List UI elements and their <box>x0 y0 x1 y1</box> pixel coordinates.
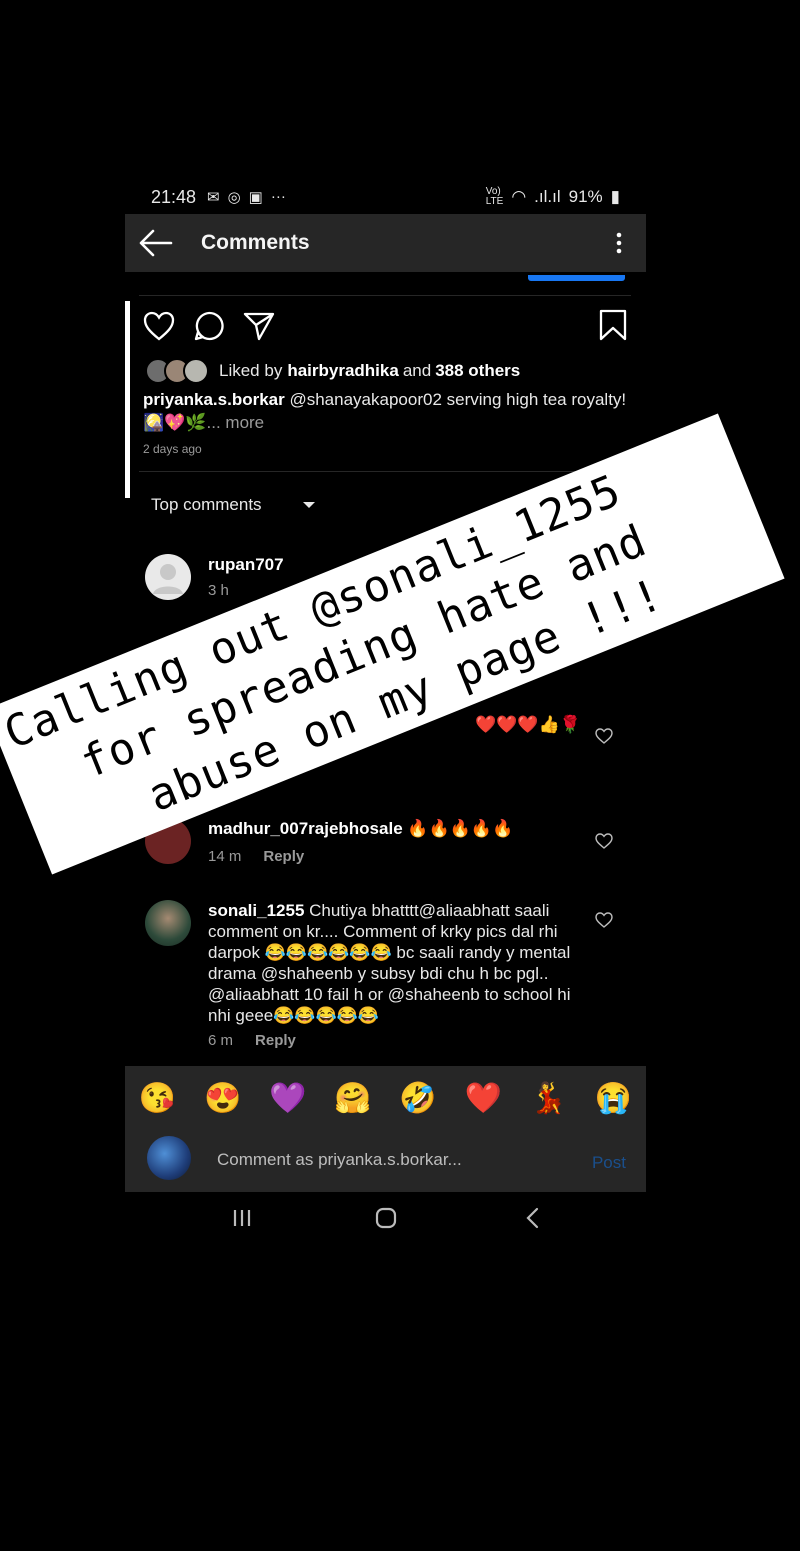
like-heart-icon[interactable] <box>143 311 175 341</box>
comment-bubble-icon[interactable] <box>194 311 224 341</box>
emoji-dancer-button[interactable]: 💃 <box>530 1081 567 1116</box>
home-icon[interactable] <box>375 1207 397 1229</box>
overflow-menu-icon[interactable] <box>616 232 622 254</box>
caption-emojis: 🎑💖🌿 <box>143 413 207 432</box>
comment-meta: 14 m Reply <box>208 848 304 865</box>
bookmark-icon[interactable] <box>599 309 627 341</box>
divider <box>139 471 631 472</box>
comment-username[interactable]: rupan707 <box>208 555 284 574</box>
avatar <box>183 358 209 384</box>
chevron-down-icon[interactable] <box>303 502 315 508</box>
system-icons: Vo) LTE ◠ .ıl.ıl 91% ▮ <box>486 187 620 207</box>
back-arrow-icon[interactable] <box>139 228 173 258</box>
quick-emoji-bar: 😘 😍 💜 🤗 🤣 ❤️ 💃 😭 <box>125 1066 646 1130</box>
liked-by-user[interactable]: hairbyradhika <box>287 361 399 381</box>
emoji-hug-button[interactable]: 🤗 <box>334 1081 371 1116</box>
comment-text: 🔥🔥🔥🔥🔥 <box>402 819 514 838</box>
post-accent-bar <box>125 301 130 498</box>
comment-meta: 6 m Reply <box>208 1032 296 1049</box>
default-avatar-icon <box>153 564 183 594</box>
comment-body: madhur_007rajebhosale 🔥🔥🔥🔥🔥 <box>208 818 588 839</box>
volte-icon: Vo) LTE <box>485 186 504 207</box>
likes-summary[interactable]: Liked by hairbyradhika and 388 others <box>145 358 520 384</box>
caption-text: @shanayakapoor02 serving high tea royalt… <box>284 390 627 409</box>
comment-username[interactable]: sonali_1255 <box>208 901 304 920</box>
reply-button[interactable]: Reply <box>263 848 304 865</box>
liked-by-others[interactable]: 388 others <box>435 361 520 381</box>
comment-time: 3 h <box>208 582 229 599</box>
emoji-kiss-button[interactable]: 😘 <box>139 1081 176 1116</box>
liked-by-and: and <box>402 361 432 380</box>
notification-icons: ✉ ◎ ▣ ··· <box>207 188 286 206</box>
comment-meta: 3 h <box>208 582 229 599</box>
avatar[interactable] <box>145 554 191 600</box>
emoji-purple-heart-button[interactable]: 💜 <box>269 1081 306 1116</box>
signal-icon: .ıl.ıl <box>534 187 561 206</box>
comment-like-heart-icon[interactable] <box>595 728 613 744</box>
status-bar: 21:48 ✉ ◎ ▣ ··· Vo) LTE ◠ .ıl.ıl 91% ▮ <box>125 178 646 214</box>
reply-button[interactable]: Reply <box>255 1032 296 1049</box>
comment-like-heart-icon[interactable] <box>595 833 613 849</box>
comment-input[interactable]: Comment as priyanka.s.borkar... <box>217 1150 462 1170</box>
recent-apps-icon[interactable] <box>231 1208 253 1228</box>
avatar[interactable] <box>145 900 191 946</box>
share-send-icon[interactable] <box>243 311 275 341</box>
post-caption: priyanka.s.borkar @shanayakapoor02 servi… <box>143 388 633 434</box>
wifi-icon: ◠ <box>511 187 527 206</box>
avatar <box>147 1136 191 1180</box>
emoji-heart-eyes-button[interactable]: 😍 <box>204 1081 241 1116</box>
system-nav-bar <box>125 1192 646 1240</box>
post-button[interactable]: Post <box>592 1153 626 1173</box>
comment-text: ❤️❤️❤️👍🌹 <box>475 715 581 734</box>
back-nav-icon[interactable] <box>524 1207 540 1229</box>
comment-time: 6 m <box>208 1032 234 1049</box>
divider <box>139 295 631 296</box>
comment-body: sonali_1255 Chutiya bhatttt@aliaabhatt s… <box>208 900 588 1026</box>
emoji-red-heart-button[interactable]: ❤️ <box>465 1081 502 1116</box>
caption-username[interactable]: priyanka.s.borkar <box>143 390 285 409</box>
comment-time: 14 m <box>208 848 242 865</box>
liker-avatars <box>145 358 209 384</box>
app-bar: Comments <box>125 214 646 272</box>
caption-more-link[interactable]: ... more <box>207 413 265 432</box>
follow-button-edge[interactable] <box>528 275 625 281</box>
emoji-rofl-button[interactable]: 🤣 <box>399 1081 436 1116</box>
comment-username[interactable]: madhur_007rajebhosale <box>208 819 403 838</box>
comment-like-heart-icon[interactable] <box>595 912 613 928</box>
battery-icon: ▮ <box>610 187 620 206</box>
top-comments-label[interactable]: Top comments <box>151 495 262 515</box>
post-time: 2 days ago <box>143 442 202 456</box>
more-dots-icon: ··· <box>270 188 286 205</box>
mail-icon: ✉ <box>207 189 220 206</box>
status-time: 21:48 <box>151 187 197 207</box>
emoji-crying-button[interactable]: 😭 <box>595 1081 632 1116</box>
battery-level: 91% <box>568 187 603 206</box>
page-title: Comments <box>201 231 310 254</box>
liked-by-prefix: Liked by <box>219 361 283 380</box>
gallery-icon: ▣ <box>248 189 263 206</box>
instagram-icon: ◎ <box>227 189 241 206</box>
comment-composer: Comment as priyanka.s.borkar... Post <box>125 1130 646 1192</box>
